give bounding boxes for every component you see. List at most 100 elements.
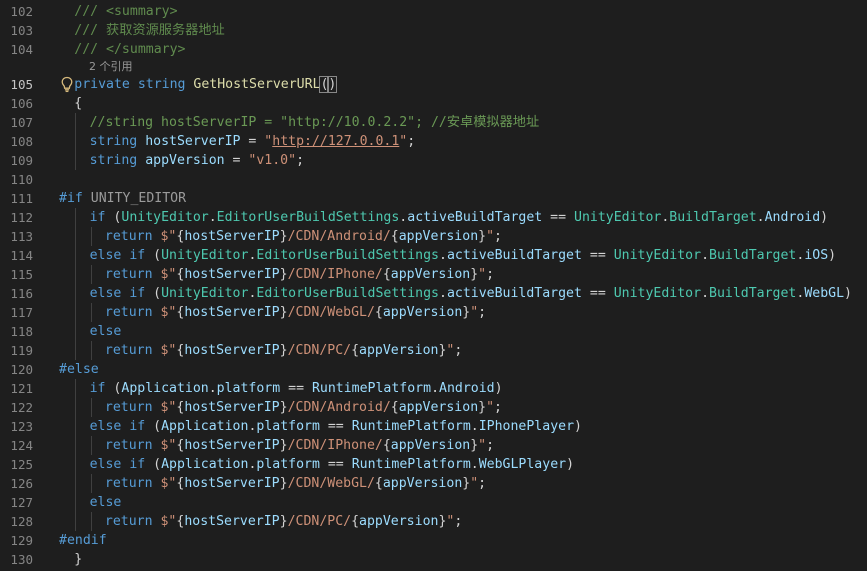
indent-guide <box>75 151 77 170</box>
code-line[interactable]: 122 return $"{hostServerIP}/CDN/Android/{… <box>0 398 867 417</box>
code-line[interactable]: 111 #if UNITY_EDITOR <box>0 189 867 208</box>
line-number: 130 <box>10 552 33 567</box>
code-token-pun: . <box>439 248 447 263</box>
line-number: 125 <box>10 457 33 472</box>
code-line[interactable]: 130} <box>0 550 867 569</box>
code-token-pun: { <box>351 514 360 529</box>
code-line[interactable]: 125 else if (Application. platform == Runt… <box>0 455 867 474</box>
code-line[interactable]: 116 else if (UnityEditor.EditorUserBuildS… <box>0 284 867 303</box>
code-line[interactable]: 124 return $"{hostServerIP}/CDN/IPhone/{a… <box>0 436 867 455</box>
code-token-pun: == <box>280 381 312 396</box>
code-token-doc: /// </summary> <box>74 42 186 57</box>
indent-guide <box>90 398 92 417</box>
code-text: string hostServerIP = "http://127.0.0.1"… <box>90 132 416 151</box>
code-token-pun: ( <box>105 381 122 396</box>
code-text: return $"{hostServerIP}/CDN/PC/{appVersi… <box>105 512 462 531</box>
code-text: return $"{hostServerIP}/CDN/WebGL/{appVe… <box>105 474 486 493</box>
indent-guide <box>75 455 77 474</box>
code-token-pun: . <box>208 210 217 225</box>
code-token-com: //string hostServerIP = "http://10.0.2.2… <box>89 115 540 130</box>
code-token-pun: ( <box>145 248 162 263</box>
code-token-var: activeBuildTarget <box>446 286 582 301</box>
code-text: return $"{hostServerIP}/CDN/Android/{app… <box>105 227 502 246</box>
code-text: /// 获取资源服务器地址 <box>74 21 224 40</box>
code-line[interactable]: 120 #else <box>0 360 867 379</box>
code-token-pun: == <box>542 210 574 225</box>
code-token-pun: . <box>208 381 217 396</box>
code-line[interactable]: 123 else if (Application. platform == Runt… <box>0 417 867 436</box>
code-line[interactable]: 117 return $"{hostServerIP}/CDN/WebGL/{ap… <box>0 303 867 322</box>
code-token-str: $" <box>160 438 177 453</box>
code-token-ctl: if <box>129 419 146 434</box>
code-line[interactable]: 129 #endif <box>0 531 867 550</box>
indent-guide <box>75 208 77 227</box>
code-line[interactable]: 108 string hostServerIP = "http://127.0.0… <box>0 132 867 151</box>
code-line[interactable]: 119 return $"{hostServerIP}/CDN/PC/{appVe… <box>0 341 867 360</box>
indent-guide <box>90 227 92 246</box>
code-line[interactable]: 126 return $"{hostServerIP}/CDN/WebGL/{ap… <box>0 474 867 493</box>
line-number: 122 <box>10 400 33 415</box>
code-token-var: hostServerIP <box>145 134 241 149</box>
code-token-ctl: if <box>89 210 106 225</box>
code-line[interactable]: 118 else <box>0 322 867 341</box>
code-token-str: " <box>470 476 479 491</box>
code-token-var: hostServerIP <box>184 476 280 491</box>
line-number: 127 <box>10 495 33 510</box>
code-token-var: hostServerIP <box>184 400 280 415</box>
code-token-str: " <box>478 438 487 453</box>
code-token-pun: } <box>279 476 288 491</box>
line-number: 103 <box>10 23 33 38</box>
code-token-str: /CDN/PC/ <box>287 343 352 358</box>
code-token-pun: { <box>374 476 383 491</box>
code-token-ctl: return <box>104 476 153 491</box>
code-line[interactable]: 103 /// 获取资源服务器地址 <box>0 21 867 40</box>
code-token-pun: { <box>390 229 399 244</box>
line-number: 115 <box>10 267 33 282</box>
code-line[interactable]: 114 else if (UnityEditor.EditorUserBuildS… <box>0 246 867 265</box>
indent-guide <box>75 436 77 455</box>
code-token-var: hostServerIP <box>184 514 280 529</box>
code-text: else if (Application. platform == Runtime… <box>90 417 582 436</box>
code-text: { <box>74 94 82 113</box>
code-line[interactable]: 107 //string hostServerIP = "http://10.0.… <box>0 113 867 132</box>
code-token-var: appVersion <box>390 438 471 453</box>
indent-guide <box>90 474 92 493</box>
code-editor[interactable]: 102 /// <summary> 103 /// 获取资源服务器地址 104 /// <… <box>0 2 867 569</box>
code-line[interactable]: 128 return $"{hostServerIP}/CDN/PC/{appVe… <box>0 512 867 531</box>
code-token-kw: string <box>89 134 138 149</box>
code-token-var: appVersion <box>359 343 439 358</box>
code-line[interactable]: 105 private string GetHostServerURL() <box>0 75 867 94</box>
code-token-str: $" <box>160 267 177 282</box>
line-number: 113 <box>10 229 33 244</box>
indent-guide <box>75 341 77 360</box>
code-token-pun: ; <box>486 267 495 282</box>
lightbulb-icon[interactable] <box>60 76 74 93</box>
indent-guide <box>90 341 92 360</box>
code-token-var: Application <box>161 457 249 472</box>
code-token-pun: . <box>701 286 710 301</box>
code-line[interactable]: 110 <box>0 170 867 189</box>
line-number: 104 <box>10 42 33 57</box>
code-token-pun: ) <box>820 210 829 225</box>
code-line[interactable]: 106 { <box>0 94 867 113</box>
code-token-kw: string <box>137 77 186 92</box>
code-token-str: " <box>478 267 487 282</box>
code-token-ctl: return <box>104 514 153 529</box>
code-line[interactable]: 115 return $"{hostServerIP}/CDN/IPhone/{a… <box>0 265 867 284</box>
codelens-references[interactable]: 2 个引用 <box>89 59 133 75</box>
code-line[interactable]: 104 /// </summary> <box>0 40 867 59</box>
code-line[interactable]: 113 return $"{hostServerIP}/CDN/Android/{… <box>0 227 867 246</box>
code-line[interactable]: 109 string appVersion = "v1.0"; <box>0 151 867 170</box>
code-line[interactable]: 102 /// <summary> <box>0 2 867 21</box>
code-line[interactable]: 121 if (Application.platform == RuntimePl… <box>0 379 867 398</box>
code-line[interactable]: 127 else <box>0 493 867 512</box>
code-text: #endif <box>59 531 107 550</box>
code-token-pun: ) <box>828 248 837 263</box>
code-token-pun: } <box>478 229 487 244</box>
code-token-kw: private <box>74 77 130 92</box>
codelens-row: 2 个引用 <box>0 59 867 75</box>
code-token-type: EditorUserBuildSettings <box>256 286 440 301</box>
code-text: #if UNITY_EDITOR <box>59 189 186 208</box>
code-token-pun: } <box>279 400 288 415</box>
code-line[interactable]: 112 if (UnityEditor.EditorUserBuildSettin… <box>0 208 867 227</box>
